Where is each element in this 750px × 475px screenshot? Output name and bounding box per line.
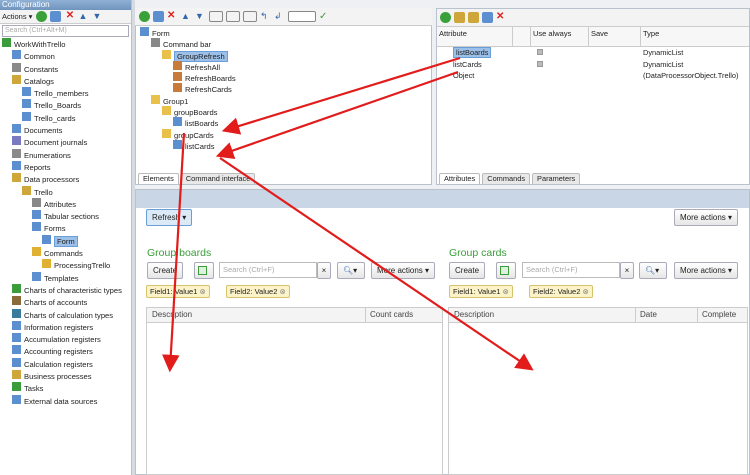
arrow-listcards-to-tree xyxy=(215,70,459,159)
arrow-listboards-to-grid xyxy=(162,132,186,373)
arrow-listboards-to-tree xyxy=(221,56,461,135)
annotation-arrows xyxy=(162,56,534,373)
designer-window: Configuration Actions ▾ ✕ ▲ ▼ Search (Ct… xyxy=(0,0,750,475)
arrow-listcards-to-grid xyxy=(219,157,534,371)
